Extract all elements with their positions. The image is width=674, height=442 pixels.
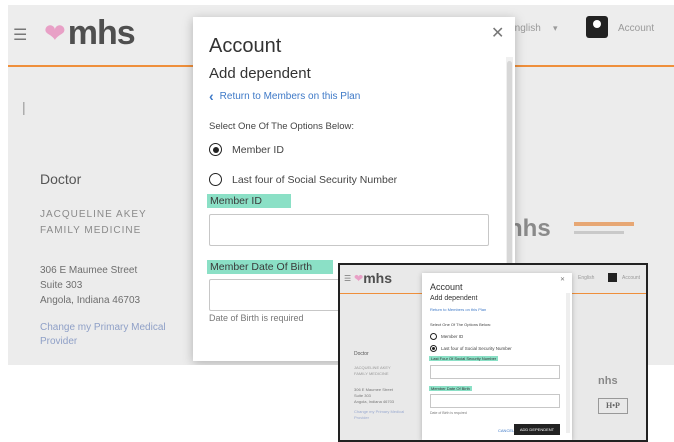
inset-logo[interactable]: ❤ mhs bbox=[354, 270, 392, 286]
inset-modal-subtitle: Add dependent bbox=[430, 295, 478, 302]
side-brand-tag-2 bbox=[574, 231, 624, 234]
member-id-input[interactable] bbox=[209, 214, 489, 246]
inset-addr-line3: Angola, Indiana 46703 bbox=[354, 399, 395, 404]
provider-address: 306 E Maumee Street Suite 303 Angola, In… bbox=[40, 263, 140, 308]
inset-account-icon[interactable] bbox=[608, 273, 617, 282]
close-icon[interactable]: ✕ bbox=[491, 23, 504, 43]
inset-modal-title: Account bbox=[430, 282, 463, 292]
heart-people-icon: ❤ bbox=[44, 17, 66, 48]
background-content: | Doctor JACQUELINE AKEY FAMILY MEDICINE… bbox=[22, 85, 182, 365]
logo-text: mhs bbox=[67, 13, 136, 52]
inset-close-icon[interactable]: ✕ bbox=[560, 276, 565, 283]
return-to-members-link[interactable]: ‹ Return to Members on this Plan bbox=[209, 88, 360, 104]
inset-radio-member-id[interactable]: Member ID bbox=[430, 333, 463, 340]
select-option-prompt: Select One Of The Options Below: bbox=[209, 121, 355, 132]
inset-return-link[interactable]: Return to Members on this Plan bbox=[430, 307, 486, 312]
inset-cancel-button[interactable]: CANCEL bbox=[498, 428, 514, 433]
radio-member-id[interactable]: Member ID bbox=[209, 143, 284, 156]
inset-radio-label[interactable]: Last four of Social Security Number bbox=[441, 346, 512, 351]
radio-ssn-last-four[interactable]: Last four of Social Security Number bbox=[209, 173, 397, 186]
inset-radio-ssn[interactable]: Last four of Social Security Number bbox=[430, 345, 512, 352]
inset-language-select[interactable]: English bbox=[578, 275, 594, 281]
inset-heart-icon: ❤ bbox=[354, 272, 364, 285]
inset-dob-input[interactable] bbox=[430, 394, 560, 408]
account-link[interactable]: Account bbox=[618, 23, 654, 34]
member-id-label: Member ID bbox=[207, 194, 291, 208]
inset-modal-scrollbar[interactable] bbox=[566, 293, 570, 433]
chevron-left-icon[interactable]: ‹ bbox=[209, 88, 214, 104]
dob-error-hint: Date of Birth is required bbox=[209, 313, 304, 323]
doctor-section-title: Doctor bbox=[40, 171, 82, 187]
inset-account-link[interactable]: Account bbox=[622, 275, 640, 281]
provider-name-line1: JACQUELINE AKEY bbox=[40, 209, 147, 220]
inset-name-line2: FAMILY MEDICINE bbox=[354, 371, 389, 376]
inset-radio-label[interactable]: Member ID bbox=[441, 334, 463, 339]
provider-name-line2: FAMILY MEDICINE bbox=[40, 225, 142, 236]
inset-add-dependent-button[interactable]: ADD DEPENDENT bbox=[514, 424, 560, 435]
change-provider-link[interactable]: Change my Primary Medical Provider bbox=[40, 321, 190, 349]
dob-label: Member Date Of Birth bbox=[207, 260, 333, 274]
change-link-line2[interactable]: Provider bbox=[40, 335, 190, 349]
modal-subtitle: Add dependent bbox=[209, 65, 311, 82]
inset-dob-label: Member Date Of Birth bbox=[429, 386, 472, 391]
inset-radio-unselected-icon[interactable] bbox=[430, 333, 437, 340]
inset-link-line2[interactable]: Provider bbox=[354, 415, 404, 421]
chevron-down-icon[interactable]: ▾ bbox=[553, 23, 558, 34]
inset-add-dependent-modal: Account ✕ Add dependent Return to Member… bbox=[422, 273, 572, 440]
inset-logo-text: mhs bbox=[363, 270, 393, 286]
radio-selected-icon[interactable] bbox=[209, 143, 222, 156]
inset-provider-name: JACQUELINE AKEY FAMILY MEDICINE bbox=[354, 365, 391, 377]
inset-hamburger-icon[interactable]: ☰ bbox=[344, 274, 351, 283]
radio-unselected-icon[interactable] bbox=[209, 173, 222, 186]
address-line3: Angola, Indiana 46703 bbox=[40, 295, 141, 306]
side-brand-tag bbox=[574, 222, 634, 226]
inset-ssn-label: Last Four Of Social Security Number bbox=[429, 356, 499, 361]
radio-label[interactable]: Member ID bbox=[232, 144, 284, 156]
inset-screenshot: ☰ ❤ mhs English Account Doctor JACQUELIN… bbox=[338, 263, 648, 442]
inset-dob-hint: Date of Birth is required bbox=[430, 411, 467, 415]
address-line2: Suite 303 bbox=[40, 280, 83, 291]
radio-label[interactable]: Last four of Social Security Number bbox=[232, 174, 397, 186]
inset-ssn-input[interactable] bbox=[430, 365, 560, 379]
inset-doctor-title: Doctor bbox=[354, 351, 369, 357]
modal-title: Account bbox=[209, 35, 282, 57]
inset-side-brand: nhs bbox=[598, 375, 618, 387]
mhs-logo[interactable]: ❤ mhs bbox=[44, 11, 136, 55]
provider-name: JACQUELINE AKEY FAMILY MEDICINE bbox=[40, 207, 147, 239]
account-icon[interactable] bbox=[586, 16, 608, 38]
inset-change-provider-link[interactable]: Change my Primary Medical Provider bbox=[354, 409, 404, 421]
hamburger-menu-icon[interactable]: ☰ bbox=[13, 25, 27, 45]
inset-provider-address: 306 E Maumee Street Suite 303 Angola, In… bbox=[354, 387, 394, 405]
inset-radio-selected-icon[interactable] bbox=[430, 345, 437, 352]
inset-select-prompt: Select One Of The Options Below: bbox=[430, 322, 492, 327]
change-link-line1[interactable]: Change my Primary Medical bbox=[40, 321, 190, 335]
return-link-label[interactable]: Return to Members on this Plan bbox=[220, 91, 361, 102]
divider: | bbox=[22, 99, 26, 115]
address-line1: 306 E Maumee Street bbox=[40, 265, 138, 276]
inset-hp-logo: H•P bbox=[598, 398, 628, 414]
